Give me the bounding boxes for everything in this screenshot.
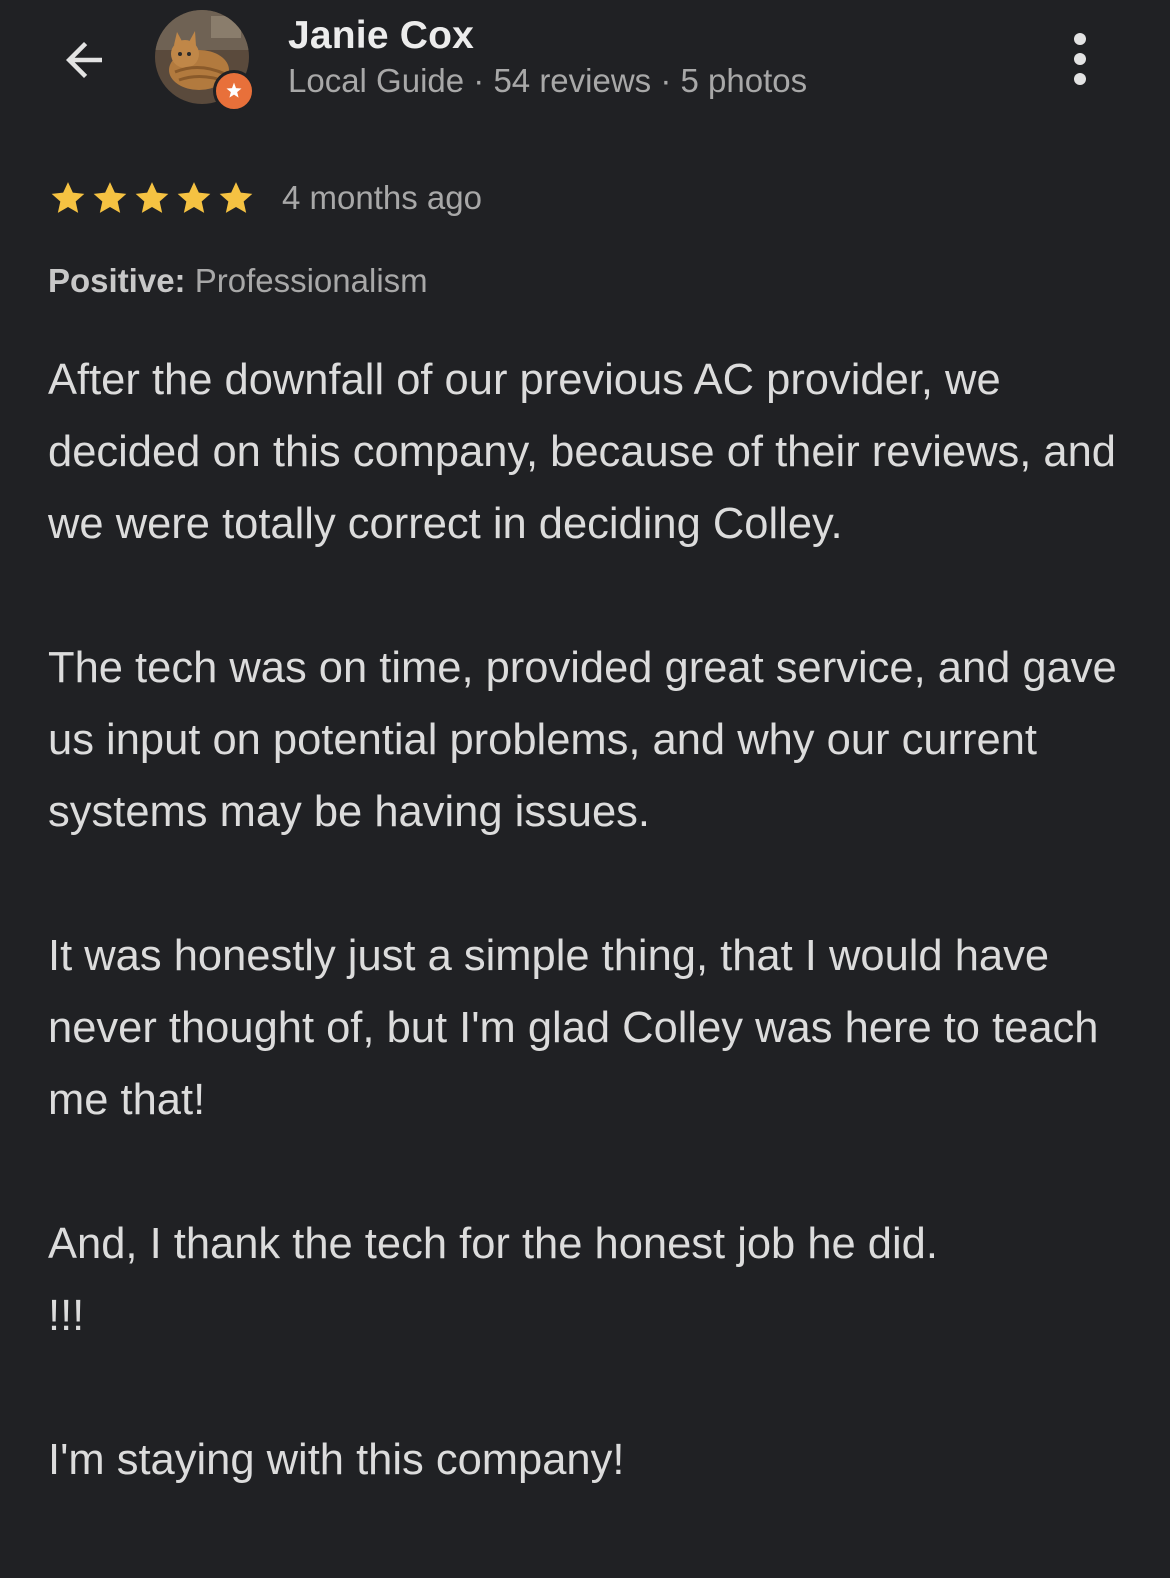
star-rating <box>48 178 256 218</box>
review-time: 4 months ago <box>282 179 482 216</box>
reviewer-avatar[interactable] <box>155 10 255 112</box>
review-paragraph: It was honestly just a simple thing, tha… <box>48 932 1099 1124</box>
star-icon <box>135 182 169 213</box>
local-guide-star-icon <box>226 82 242 98</box>
more-vert-icon <box>1074 73 1086 85</box>
attribute-label: Positive: <box>48 262 186 299</box>
review-header: Janie Cox Local Guide · 54 reviews · 5 p… <box>0 0 1170 130</box>
star-icon <box>51 182 85 213</box>
review-text: After the downfall of our previous AC pr… <box>48 344 1128 1568</box>
arrow-back-icon <box>66 42 102 78</box>
more-vert-icon <box>1074 53 1086 65</box>
review-paragraph: !!! <box>48 1292 85 1340</box>
review-paragraph: And, I thank the tech for the honest job… <box>48 1220 938 1268</box>
reviewer-name[interactable]: Janie Cox <box>288 14 474 58</box>
review-paragraph: After the downfall of our previous AC pr… <box>48 356 1116 548</box>
star-icon <box>177 182 211 213</box>
review-attributes: Positive: Professionalism <box>48 262 428 300</box>
more-options-button[interactable] <box>1052 24 1108 94</box>
star-icon <box>93 182 127 213</box>
review-paragraph: The tech was on time, provided great ser… <box>48 644 1117 836</box>
rating-row: 4 months ago <box>48 174 482 222</box>
review-paragraph: I'm staying with this company! <box>48 1436 625 1484</box>
star-icon <box>219 182 253 213</box>
back-button[interactable] <box>52 28 116 92</box>
local-guide-badge <box>213 70 255 112</box>
reviewer-meta: Local Guide · 54 reviews · 5 photos <box>288 62 808 99</box>
attribute-value: Professionalism <box>194 262 428 299</box>
more-vert-icon <box>1074 33 1086 45</box>
